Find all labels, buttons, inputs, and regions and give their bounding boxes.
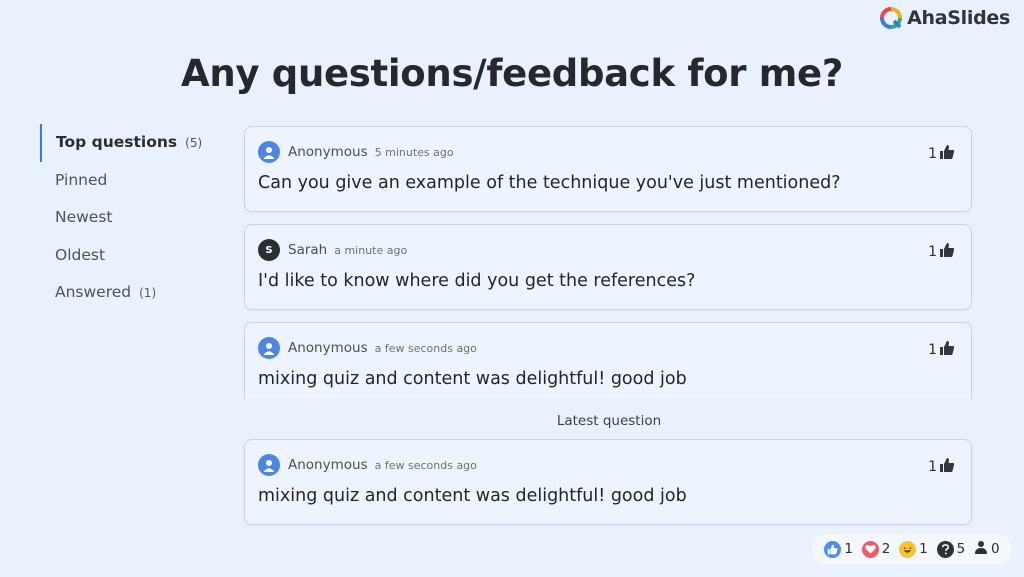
latest-question-section: Anonymous a few seconds ago mixing quiz … xyxy=(244,439,972,537)
question-author: Anonymous xyxy=(288,340,368,356)
questions-count: 5 xyxy=(936,540,966,558)
sidebar-item-label: Pinned xyxy=(55,170,108,189)
anonymous-avatar-icon xyxy=(258,141,280,163)
question-author: Anonymous xyxy=(288,144,368,160)
reaction-heart[interactable]: 2 xyxy=(861,540,891,558)
question-header: Anonymous 5 minutes ago xyxy=(258,141,454,163)
sidebar-item-count: (5) xyxy=(185,136,203,150)
question-mark-icon xyxy=(936,540,954,558)
question-feed[interactable]: Anonymous 5 minutes ago Can you give an … xyxy=(244,126,972,399)
reaction-like[interactable]: 1 xyxy=(824,540,853,558)
thumbs-up-reaction-icon xyxy=(824,540,842,558)
latest-question-label: Latest question xyxy=(556,413,662,429)
thumbs-up-icon xyxy=(939,457,955,477)
sidebar-item-top-questions[interactable]: Top questions (5) xyxy=(40,124,230,162)
sidebar-item-count: (1) xyxy=(139,286,157,300)
filter-sidebar: Top questions (5) Pinned Newest Oldest A… xyxy=(40,124,230,312)
question-card[interactable]: Anonymous a few seconds ago mixing quiz … xyxy=(244,322,972,399)
upvote-count: 1 xyxy=(928,146,937,162)
ahaslides-logo-icon xyxy=(880,7,903,29)
reactions-bar: 1 2 1 5 0 xyxy=(812,534,1012,564)
brand-name: AhaSlides xyxy=(907,7,1010,29)
question-time: a minute ago xyxy=(334,243,408,257)
upvote-button[interactable]: 1 xyxy=(928,242,955,262)
upvote-button[interactable]: 1 xyxy=(928,144,955,164)
upvote-button[interactable]: 1 xyxy=(928,457,955,477)
anonymous-avatar-icon xyxy=(258,337,280,359)
question-author: Anonymous xyxy=(288,457,368,473)
sidebar-item-label: Answered xyxy=(55,283,132,301)
upvote-button[interactable]: 1 xyxy=(928,340,955,360)
question-text: I'd like to know where did you get the r… xyxy=(258,271,696,291)
reaction-laugh[interactable]: 1 xyxy=(899,540,928,558)
anonymous-avatar-icon xyxy=(258,454,280,476)
question-text: Can you give an example of the technique… xyxy=(258,173,841,193)
page-title: Any questions/feedback for me? xyxy=(181,52,843,95)
question-card[interactable]: Anonymous 5 minutes ago Can you give an … xyxy=(244,126,972,212)
sidebar-item-label: Newest xyxy=(55,208,113,226)
heart-reaction-icon xyxy=(861,540,879,558)
question-header: Anonymous a few seconds ago xyxy=(258,337,477,359)
upvote-count: 1 xyxy=(928,459,937,475)
thumbs-up-icon xyxy=(939,242,955,262)
question-time: a few seconds ago xyxy=(374,341,477,355)
question-author: Sarah xyxy=(288,242,328,258)
sidebar-item-answered[interactable]: Answered (1) xyxy=(40,274,230,312)
latest-question-card[interactable]: Anonymous a few seconds ago mixing quiz … xyxy=(244,439,972,525)
questions-count-value: 5 xyxy=(956,541,966,557)
question-time: 5 minutes ago xyxy=(374,145,454,159)
thumbs-up-icon xyxy=(939,144,955,164)
question-header: Anonymous a few seconds ago xyxy=(258,454,477,476)
question-header: S Sarah a minute ago xyxy=(258,239,407,261)
reaction-count: 1 xyxy=(844,541,853,557)
question-time: a few seconds ago xyxy=(374,458,477,472)
question-text: mixing quiz and content was delightful! … xyxy=(258,486,687,506)
upvote-count: 1 xyxy=(928,244,937,260)
user-avatar: S xyxy=(258,239,280,261)
sidebar-item-label: Top questions xyxy=(56,133,178,151)
sidebar-item-oldest[interactable]: Oldest xyxy=(40,237,230,275)
laughing-face-reaction-icon xyxy=(899,540,917,558)
sidebar-item-newest[interactable]: Newest xyxy=(40,199,230,237)
thumbs-up-icon xyxy=(939,340,955,360)
audience-user-icon xyxy=(974,540,988,558)
sidebar-item-pinned[interactable]: Pinned xyxy=(40,162,230,200)
question-text: mixing quiz and content was delightful! … xyxy=(258,369,687,389)
audience-count-value: 0 xyxy=(990,541,1000,557)
sidebar-item-label: Oldest xyxy=(55,245,106,264)
upvote-count: 1 xyxy=(928,342,937,358)
reaction-count: 2 xyxy=(881,541,891,557)
brand-logo: AhaSlides xyxy=(880,7,1010,29)
question-card[interactable]: S Sarah a minute ago I'd like to know wh… xyxy=(244,224,972,310)
reaction-count: 1 xyxy=(919,541,928,557)
audience-count: 0 xyxy=(974,540,1000,558)
